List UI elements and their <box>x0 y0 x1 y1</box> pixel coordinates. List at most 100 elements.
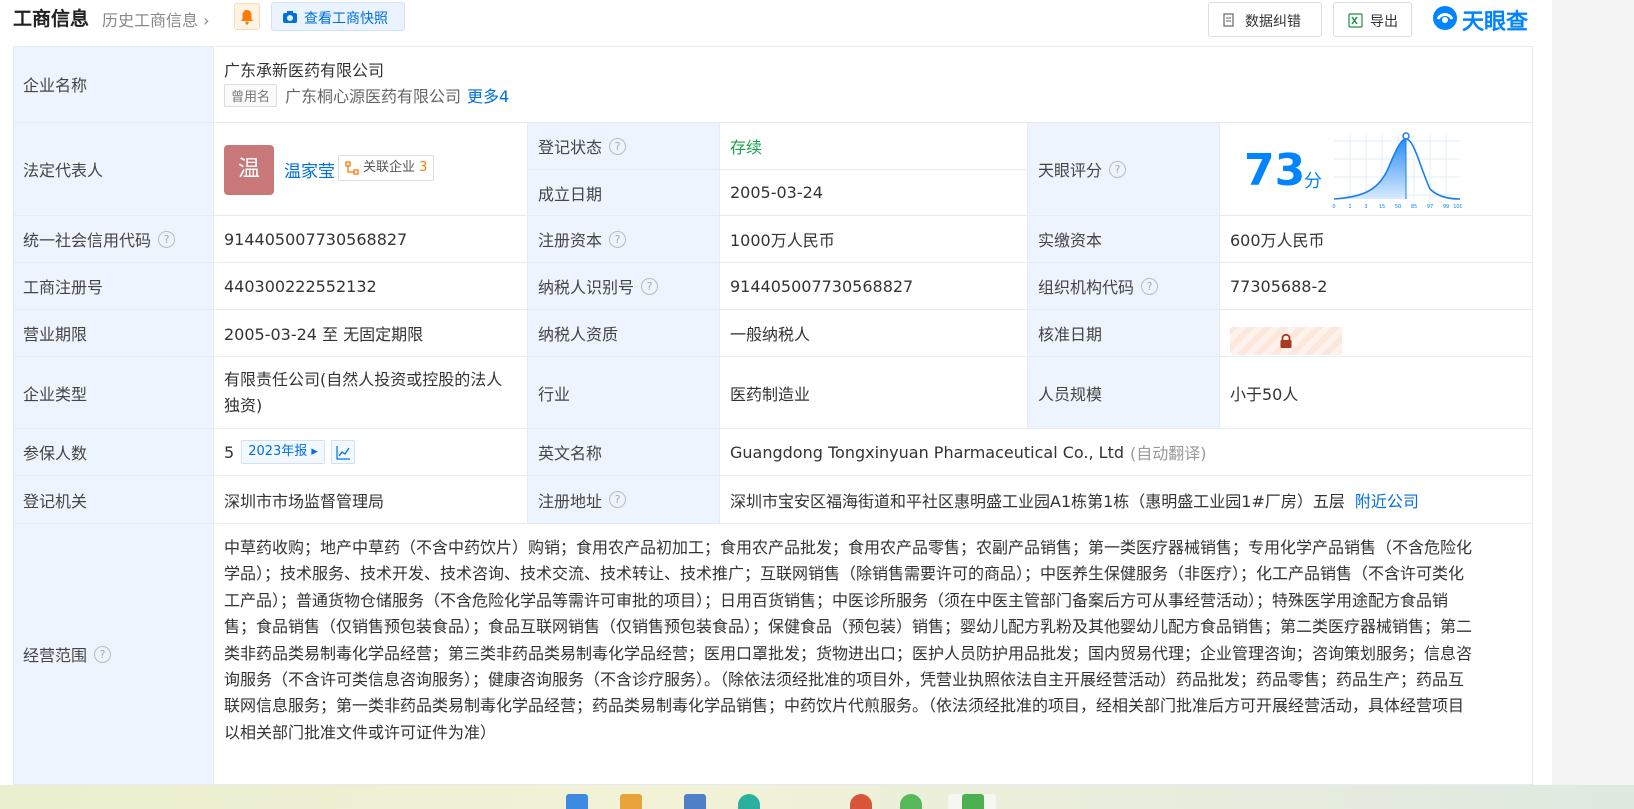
correction-button[interactable]: 数据纠错 <box>1208 2 1322 37</box>
history-link[interactable]: 历史工商信息 › <box>102 7 210 31</box>
score-axis-tick: 3 <box>1364 204 1367 210</box>
label-insured: 参保人数 <box>13 429 214 476</box>
type-value: 有限责任公司(自然人投资或控股的法人独资) <box>224 369 503 415</box>
page: 工商信息 历史工商信息 › 查看工商快照 数据纠错 导出 天眼查 企业名称 广东… <box>0 0 1634 809</box>
scope-label: 经营范围 <box>23 646 88 665</box>
taskbar <box>0 785 1634 809</box>
help-icon[interactable]: ? <box>158 230 176 248</box>
label-scope: 经营范围? <box>13 524 214 785</box>
company-name-cell: 广东承新医药有限公司 曾用名 广东桐心源医药有限公司 更多4 <box>214 46 1533 123</box>
help-icon[interactable]: ? <box>1109 160 1127 178</box>
nearby-companies-link[interactable]: 附近公司 <box>1355 488 1419 512</box>
reg-status-cell: 存续 <box>720 123 1028 170</box>
file-explorer-icon[interactable] <box>620 794 642 809</box>
staff-size-cell: 小于50人 <box>1220 357 1533 429</box>
score-axis-tick: 97 <box>1427 204 1433 210</box>
app-icon[interactable] <box>900 794 922 809</box>
org-code-value: 77305688-2 <box>1230 276 1328 296</box>
bell-button[interactable] <box>234 3 260 30</box>
label-score: 天眼评分? <box>1028 123 1220 216</box>
approval-date-label: 核准日期 <box>1038 325 1103 344</box>
annual-report-tag[interactable]: 2023年报 ▸ <box>241 440 325 464</box>
camera-icon <box>283 11 297 23</box>
credit-code-label: 统一社会信用代码 <box>23 231 152 250</box>
reg-capital-value: 1000万人民币 <box>730 231 835 250</box>
term-label: 营业期限 <box>23 325 88 344</box>
scope-cell: 中草药收购；地产中草药（不含中药饮片）购销；食用农产品初加工；食用农产品批发；食… <box>214 524 1533 785</box>
export-button[interactable]: 导出 <box>1333 2 1412 37</box>
taxpayer-id-value: 914405007730568827 <box>730 276 914 296</box>
reg-capital-label: 注册资本 <box>538 231 603 250</box>
line-chart-icon <box>336 446 350 460</box>
authority-label: 登记机关 <box>23 491 88 511</box>
help-icon[interactable]: ? <box>609 230 627 248</box>
app-icon[interactable] <box>684 794 706 809</box>
correction-label: 数据纠错 <box>1245 14 1301 30</box>
business-info-table: 企业名称 广东承新医药有限公司 曾用名 广东桐心源医药有限公司 更多4 法定代表… <box>13 46 1533 785</box>
label-company-name: 企业名称 <box>13 46 214 123</box>
biz-reg-no-label: 工商注册号 <box>23 278 104 297</box>
app-icon[interactable] <box>962 794 984 809</box>
help-icon[interactable]: ? <box>94 645 112 663</box>
bell-icon <box>241 10 253 25</box>
score-unit: 分 <box>1304 171 1322 192</box>
network-icon <box>345 161 359 175</box>
label-reg-capital: 注册资本? <box>528 216 720 263</box>
label-taxpayer-type: 纳税人资质 <box>528 310 720 357</box>
locked-value-button[interactable] <box>1230 327 1342 355</box>
taxpayer-type-cell: 一般纳税人 <box>720 310 1028 357</box>
trend-chart-button[interactable] <box>330 440 355 464</box>
biz-reg-no-cell: 440300222552132 <box>214 263 528 310</box>
type-cell: 有限责任公司(自然人投资或控股的法人独资) <box>214 357 528 429</box>
label-biz-reg-no: 工商注册号 <box>13 263 214 310</box>
label-paid-capital: 实缴资本 <box>1028 216 1220 263</box>
staff-size-label: 人员规模 <box>1038 384 1103 404</box>
label-staff-size: 人员规模 <box>1028 357 1220 429</box>
credit-code-value: 914405007730568827 <box>224 229 408 249</box>
annual-report-label: 2023年报 <box>248 444 308 459</box>
term-value: 2005-03-24 至 无固定期限 <box>224 325 424 344</box>
score-distribution-chart: 0 1 3 15 50 85 97 99 100 <box>1332 132 1462 210</box>
brand-logo: 天眼查 <box>1432 3 1544 35</box>
reg-status-label: 登记状态 <box>538 138 603 157</box>
english-name-value: Guangdong Tongxinyuan Pharmaceutical Co.… <box>730 442 1124 462</box>
related-companies-button[interactable]: 关联企业 3 <box>338 155 435 181</box>
help-icon[interactable]: ? <box>609 491 627 508</box>
label-org-code: 组织机构代码? <box>1028 263 1220 310</box>
help-icon[interactable]: ? <box>609 137 627 155</box>
label-credit-code: 统一社会信用代码? <box>13 216 214 263</box>
label-address: 注册地址? <box>528 476 720 524</box>
avatar[interactable]: 温 <box>224 145 274 195</box>
former-more-link[interactable]: 更多4 <box>467 83 509 107</box>
scope-value: 中草药收购；地产中草药（不含中药饮片）购销；食用农产品初加工；食用农产品批发；食… <box>224 538 1473 742</box>
biz-reg-no-value: 440300222552132 <box>224 276 377 296</box>
right-gutter <box>1552 0 1634 785</box>
label-type: 企业类型 <box>13 357 214 429</box>
reg-status-value: 存续 <box>730 138 763 157</box>
help-icon[interactable]: ? <box>1141 277 1159 295</box>
score-cell[interactable]: 73 分 0 1 3 15 50 85 97 99 100 <box>1220 123 1533 216</box>
authority-value: 深圳市市场监督管理局 <box>224 491 385 511</box>
browser-icon[interactable] <box>738 794 760 809</box>
score-axis-tick: 85 <box>1411 204 1417 210</box>
score-value: 73 <box>1244 145 1306 196</box>
related-count: 3 <box>419 160 428 175</box>
label-legal-rep: 法定代表人 <box>13 123 214 216</box>
lock-icon <box>1280 333 1292 348</box>
related-label: 关联企业 <box>363 160 416 175</box>
legal-rep-name[interactable]: 温家莹 <box>284 157 335 182</box>
insured-label: 参保人数 <box>23 444 88 463</box>
app-icon[interactable] <box>850 794 872 809</box>
score-axis-tick: 15 <box>1379 204 1385 210</box>
former-name-tag: 曾用名 <box>224 83 278 107</box>
industry-label: 行业 <box>538 384 571 404</box>
taxpayer-type-value: 一般纳税人 <box>730 325 811 344</box>
snapshot-label: 查看工商快照 <box>304 11 388 27</box>
company-name: 广东承新医药有限公司 <box>224 61 385 80</box>
windows-start-icon[interactable] <box>566 794 588 809</box>
help-icon[interactable]: ? <box>641 277 659 295</box>
snapshot-button[interactable]: 查看工商快照 <box>271 2 405 31</box>
address-label: 注册地址 <box>538 491 603 511</box>
founded-cell: 2005-03-24 <box>720 170 1028 216</box>
authority-cell: 深圳市市场监督管理局 <box>214 476 528 524</box>
